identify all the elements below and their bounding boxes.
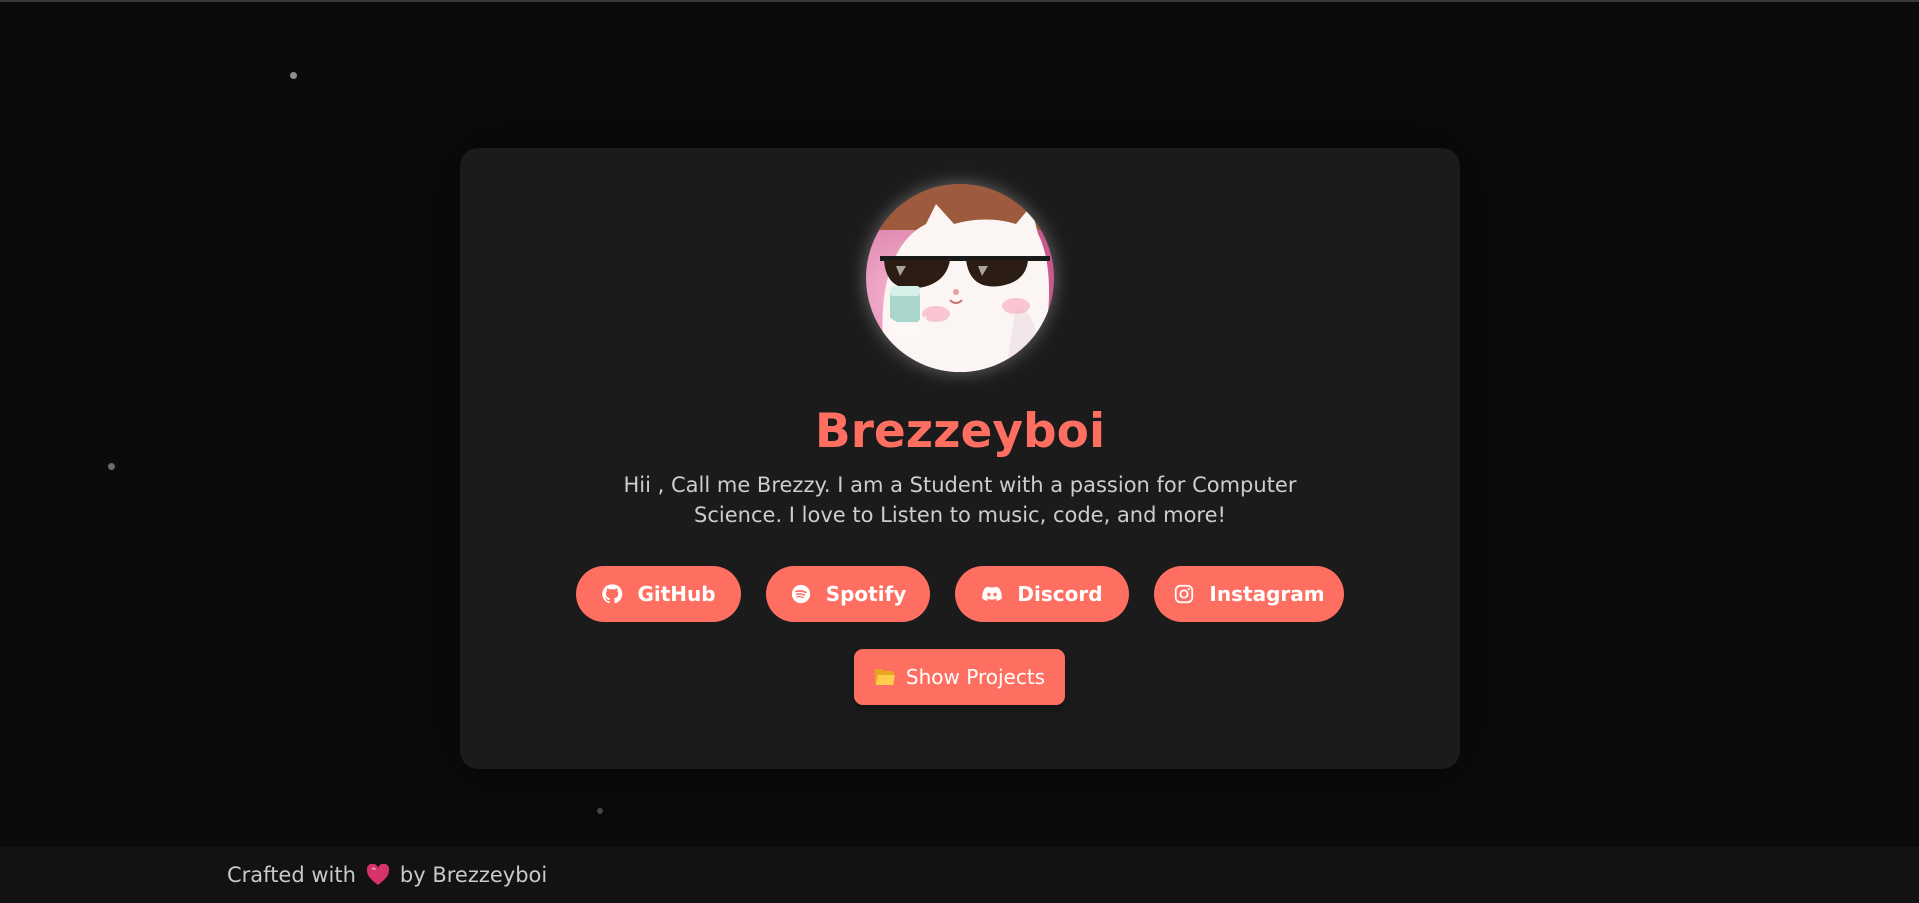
show-projects-button[interactable]: Show Projects [854, 649, 1065, 705]
avatar-image [866, 184, 1054, 372]
background-particle [597, 808, 603, 814]
folder-icon [874, 669, 895, 685]
background-particle [108, 463, 115, 470]
footer-credit: Crafted with by Brezzeyboi [227, 863, 547, 887]
discord-label: Discord [1017, 582, 1103, 606]
discord-button[interactable]: Discord [955, 566, 1129, 622]
footer-suffix: by Brezzeyboi [399, 863, 548, 887]
social-links: GitHub Spotify Discord Instagram [460, 566, 1460, 622]
profile-bio: Hii , Call me Brezzy. I am a Student wit… [623, 473, 1297, 527]
discord-icon [982, 586, 1003, 601]
spotify-label: Spotify [825, 582, 907, 606]
instagram-button[interactable]: Instagram [1154, 566, 1344, 622]
github-label: GitHub [637, 582, 716, 606]
github-icon [602, 584, 623, 604]
footer-prefix: Crafted with [227, 863, 356, 887]
heart-icon [366, 864, 390, 885]
profile-name: Brezzeyboi [814, 404, 1106, 459]
profile-card: Brezzeyboi Hii , Call me Brezzy. I am a … [460, 148, 1460, 769]
github-button[interactable]: GitHub [576, 566, 741, 622]
background-particle [290, 72, 297, 79]
avatar [866, 184, 1054, 372]
spotify-icon [791, 584, 810, 604]
instagram-icon [1175, 584, 1194, 604]
top-border [0, 0, 1919, 2]
footer: Crafted with by Brezzeyboi [0, 847, 1919, 903]
spotify-button[interactable]: Spotify [766, 566, 930, 622]
instagram-label: Instagram [1209, 582, 1325, 606]
show-projects-label: Show Projects [905, 665, 1046, 689]
